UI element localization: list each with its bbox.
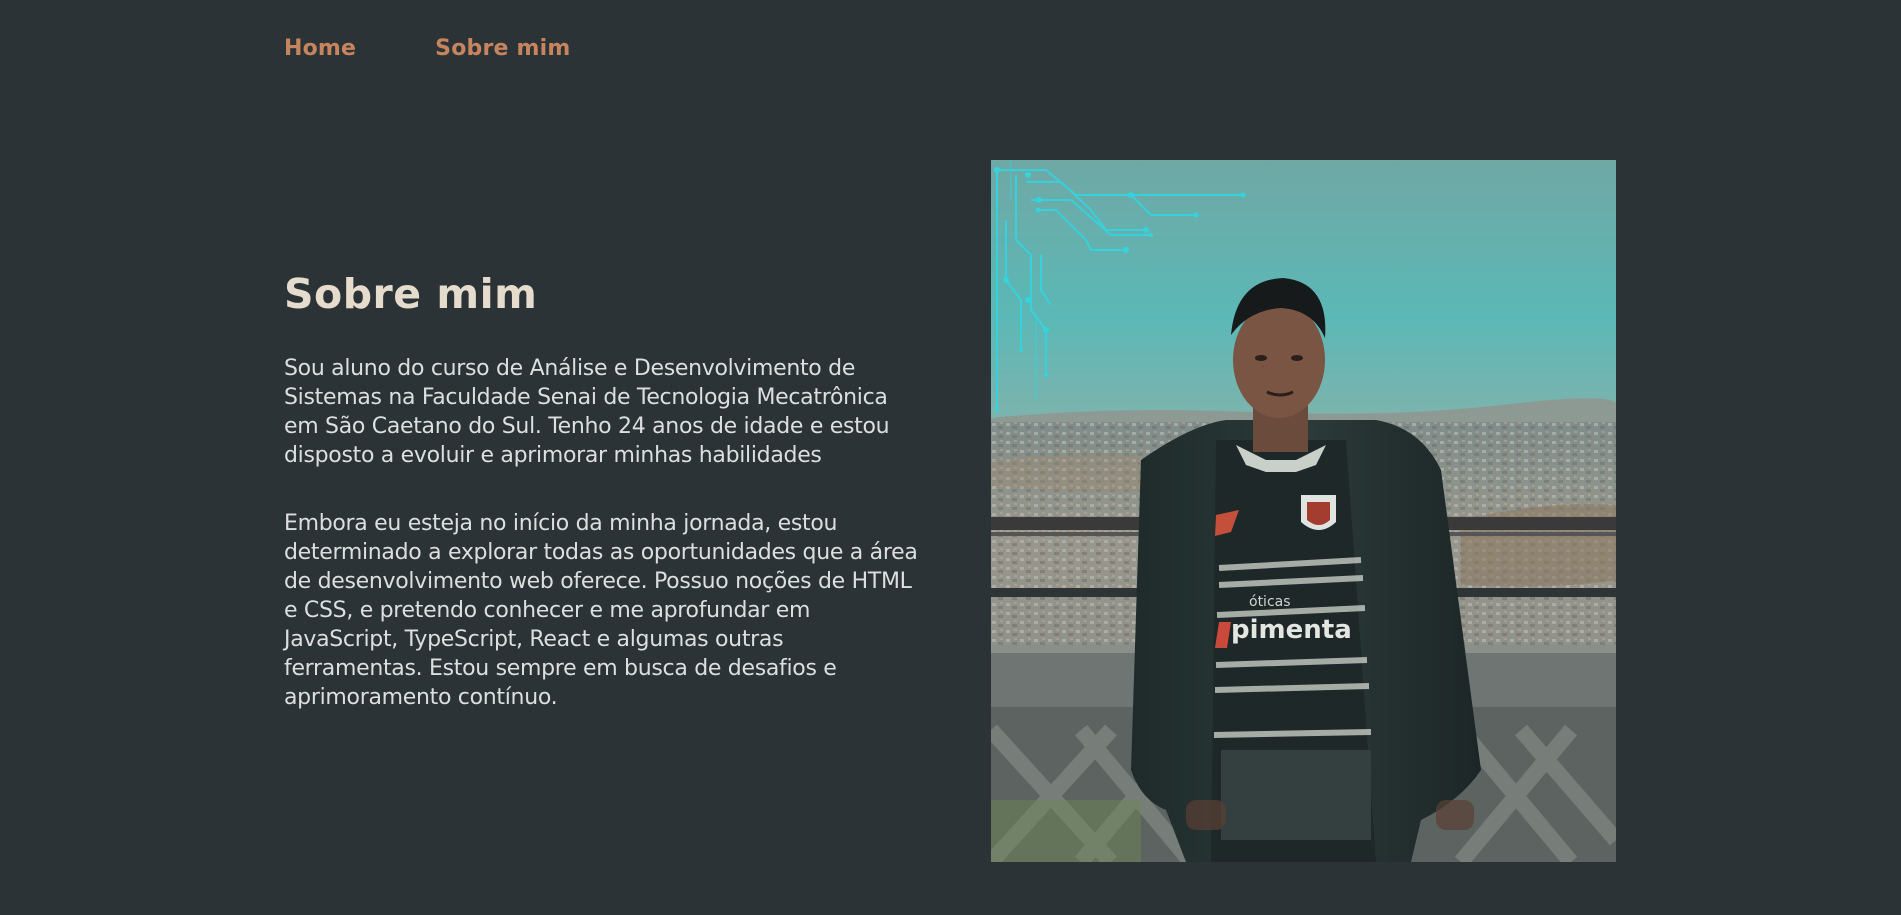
profile-photo: óticas pimenta (991, 160, 1616, 862)
about-paragraph-2: Embora eu esteja no início da minha jorn… (284, 511, 918, 710)
nav-link-home[interactable]: Home (284, 36, 356, 61)
top-nav: Home Sobre mim (284, 36, 571, 61)
shirt-sponsor-text: pimenta (1231, 615, 1352, 645)
profile-photo-illustration: óticas pimenta (991, 160, 1616, 862)
about-paragraph-1: Sou aluno do curso de Análise e Desenvol… (284, 356, 890, 468)
about-title: Sobre mim (284, 270, 538, 318)
nav-link-sobre-mim[interactable]: Sobre mim (435, 36, 570, 61)
shirt-small-text: óticas (1249, 594, 1291, 610)
about-section: Sobre mim Sou aluno do curso de Análise … (284, 270, 924, 751)
